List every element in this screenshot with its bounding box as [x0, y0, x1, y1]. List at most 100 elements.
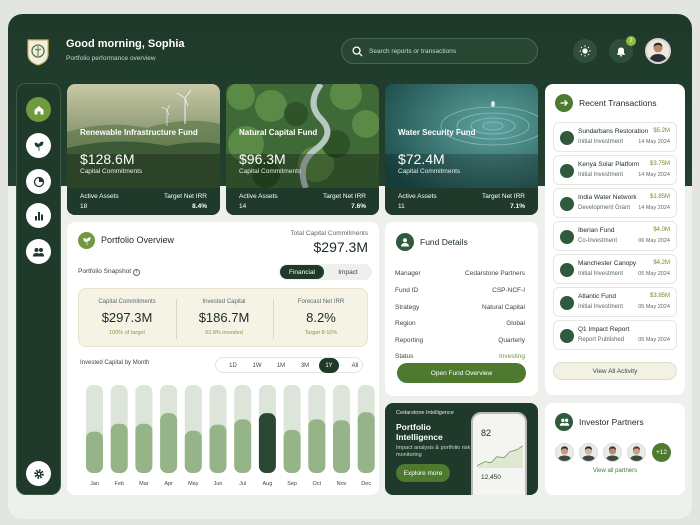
- partner-avatar[interactable]: [603, 443, 622, 462]
- transaction-type: Initial Investment: [578, 139, 624, 145]
- fund-details-icon-badge: [396, 233, 414, 251]
- stat-label: Capital Commitments: [98, 299, 156, 305]
- stat-value: $186.7M: [198, 310, 250, 325]
- stats-panel: Capital Commitments $297.3M 100% of targ…: [78, 288, 368, 347]
- detail-value: Cedarstone Partners: [465, 270, 525, 277]
- partner-avatar[interactable]: [555, 443, 574, 462]
- range-option-1m[interactable]: 1M: [271, 358, 291, 373]
- phone-mockup: 82 12,450: [471, 412, 527, 495]
- greeting-title: Good morning, Sophia: [66, 38, 185, 50]
- bar-sep[interactable]: [283, 429, 301, 473]
- irr-label: Target Net IRR: [164, 193, 207, 200]
- transaction-row[interactable]: India Water Network Development Grant $1.8…: [553, 188, 677, 218]
- fund-footer: Active Assets 14 Target Net IRR 7.6%: [226, 188, 379, 215]
- transaction-name: India Water Network: [578, 194, 637, 201]
- open-fund-overview-button[interactable]: Open Fund Overview: [397, 363, 526, 383]
- sidebar-item-impact[interactable]: [26, 133, 51, 158]
- transaction-row[interactable]: Manchester Canopy Initial Investment $4.2M…: [553, 254, 677, 284]
- fund-footer: Active Assets 18 Target Net IRR 8.4%: [67, 188, 220, 215]
- detail-label: Strategy: [395, 304, 420, 311]
- fund-card-renewable[interactable]: Renewable Infrastructure Fund $128.6M Ca…: [67, 84, 220, 215]
- fund-title: Renewable Infrastructure Fund: [80, 128, 198, 137]
- explore-more-button[interactable]: Explore more: [396, 464, 450, 482]
- range-option-1y[interactable]: 1Y: [319, 358, 339, 373]
- transaction-type: Initial Investment: [578, 172, 624, 178]
- view-all-partners-link[interactable]: View all partners: [545, 468, 685, 474]
- transaction-amount: $3.75M: [649, 161, 670, 167]
- transaction-icon: [560, 296, 574, 310]
- detail-label: Reporting: [395, 337, 424, 344]
- transaction-date: 14 May 2024: [638, 172, 670, 178]
- bar-aug[interactable]: [258, 413, 276, 473]
- stat-note: Target 8-10%: [304, 330, 338, 336]
- transactions-icon-badge: [555, 94, 573, 112]
- view-all-activity-button[interactable]: View All Activity: [553, 362, 677, 380]
- notification-count-badge: 2: [626, 36, 636, 46]
- search-bar[interactable]: [341, 38, 538, 64]
- bar-oct[interactable]: [308, 419, 326, 473]
- fund-amount: $128.6M: [80, 151, 135, 167]
- range-option-1d[interactable]: 1D: [223, 358, 243, 373]
- app-window: Good morning, Sophia Portfolio performan…: [8, 14, 692, 519]
- partner-avatar[interactable]: [627, 443, 646, 462]
- bar-dec[interactable]: [357, 412, 375, 473]
- fund-details-title: Fund Details: [420, 237, 468, 247]
- bar-jan[interactable]: [86, 431, 103, 473]
- transaction-name: Manchester Canopy: [578, 260, 637, 267]
- stat-value: $297.3M: [101, 310, 153, 325]
- user-avatar[interactable]: [645, 38, 671, 64]
- sidebar-item-settings[interactable]: [26, 461, 51, 486]
- notifications-button[interactable]: 2: [609, 36, 636, 63]
- assets-label: Active Assets: [80, 193, 119, 200]
- transaction-date: 14 May 2024: [638, 139, 670, 145]
- transaction-amount: $4.0M: [653, 227, 670, 233]
- sidebar-item-investors[interactable]: [26, 239, 51, 264]
- bar-apr[interactable]: [160, 413, 178, 473]
- search-input[interactable]: [369, 47, 529, 55]
- transaction-row[interactable]: Sundarbans Restoration Initial Investment…: [553, 122, 677, 152]
- phone-value-2: 12,450: [481, 474, 501, 481]
- fund-caption: Capital Commitments: [398, 168, 461, 175]
- transaction-date: 05 May 2024: [638, 304, 670, 310]
- toggle-financial[interactable]: Financial: [280, 265, 324, 279]
- transaction-amount: $4.2M: [653, 260, 670, 266]
- detail-label: Status: [395, 353, 414, 360]
- bar-feb[interactable]: [110, 423, 128, 473]
- range-option-all[interactable]: All: [345, 358, 365, 373]
- sidebar-item-allocation[interactable]: [26, 169, 51, 194]
- stat-value: 8.2%: [306, 310, 336, 325]
- transaction-row[interactable]: Kenya Solar Platform Initial Investment $3…: [553, 155, 677, 185]
- transaction-icon: [560, 131, 574, 145]
- sidebar-item-reports[interactable]: [26, 203, 51, 228]
- sidebar-item-home[interactable]: [26, 97, 51, 122]
- intelligence-promo-card: Cedarstone Intelligence Portfolio Intell…: [385, 403, 538, 495]
- overview-title: Portfolio Overview: [101, 235, 175, 245]
- partners-title: Investor Partners: [579, 417, 644, 427]
- fund-card-water[interactable]: Water Security Fund $72.4M Capital Commi…: [385, 84, 538, 215]
- transaction-row[interactable]: Q1 Impact Report Report Published 05 May 2…: [553, 320, 677, 350]
- bar-mar[interactable]: [135, 423, 153, 473]
- transaction-type: Initial Investment: [578, 304, 624, 310]
- bar-nov[interactable]: [333, 420, 350, 473]
- range-option-3m[interactable]: 3M: [295, 358, 315, 373]
- bar-jun[interactable]: [209, 424, 227, 473]
- toggle-impact[interactable]: Impact: [326, 265, 370, 279]
- stat-note: 62.8% invested: [205, 330, 243, 336]
- theme-toggle-button[interactable]: [573, 39, 597, 63]
- greeting-subtitle: Portfolio performance overview: [66, 55, 156, 62]
- partner-avatar[interactable]: [579, 443, 598, 462]
- recent-transactions-card: Recent Transactions Sundarbans Restorati…: [545, 84, 685, 395]
- assets-value: 11: [398, 203, 405, 210]
- transaction-row[interactable]: Iberian Fund Co-Investment $4.0M 06 May 202…: [553, 221, 677, 251]
- stat-note: 100% of target: [109, 330, 145, 336]
- month-label: Dec: [361, 481, 371, 487]
- total-commitments-value: $297.3M: [313, 239, 368, 255]
- pie-chart-icon: [33, 176, 44, 187]
- range-option-1w[interactable]: 1W: [247, 358, 267, 373]
- bar-may[interactable]: [184, 430, 202, 473]
- bar-jul[interactable]: [234, 419, 252, 473]
- transaction-row[interactable]: Atlantic Fund Initial Investment $3.85M 05 …: [553, 287, 677, 317]
- fund-card-natural[interactable]: Natural Capital Fund $96.3M Capital Comm…: [226, 84, 379, 215]
- more-partners-badge[interactable]: +12: [652, 443, 671, 462]
- transaction-name: Iberian Fund: [578, 227, 615, 234]
